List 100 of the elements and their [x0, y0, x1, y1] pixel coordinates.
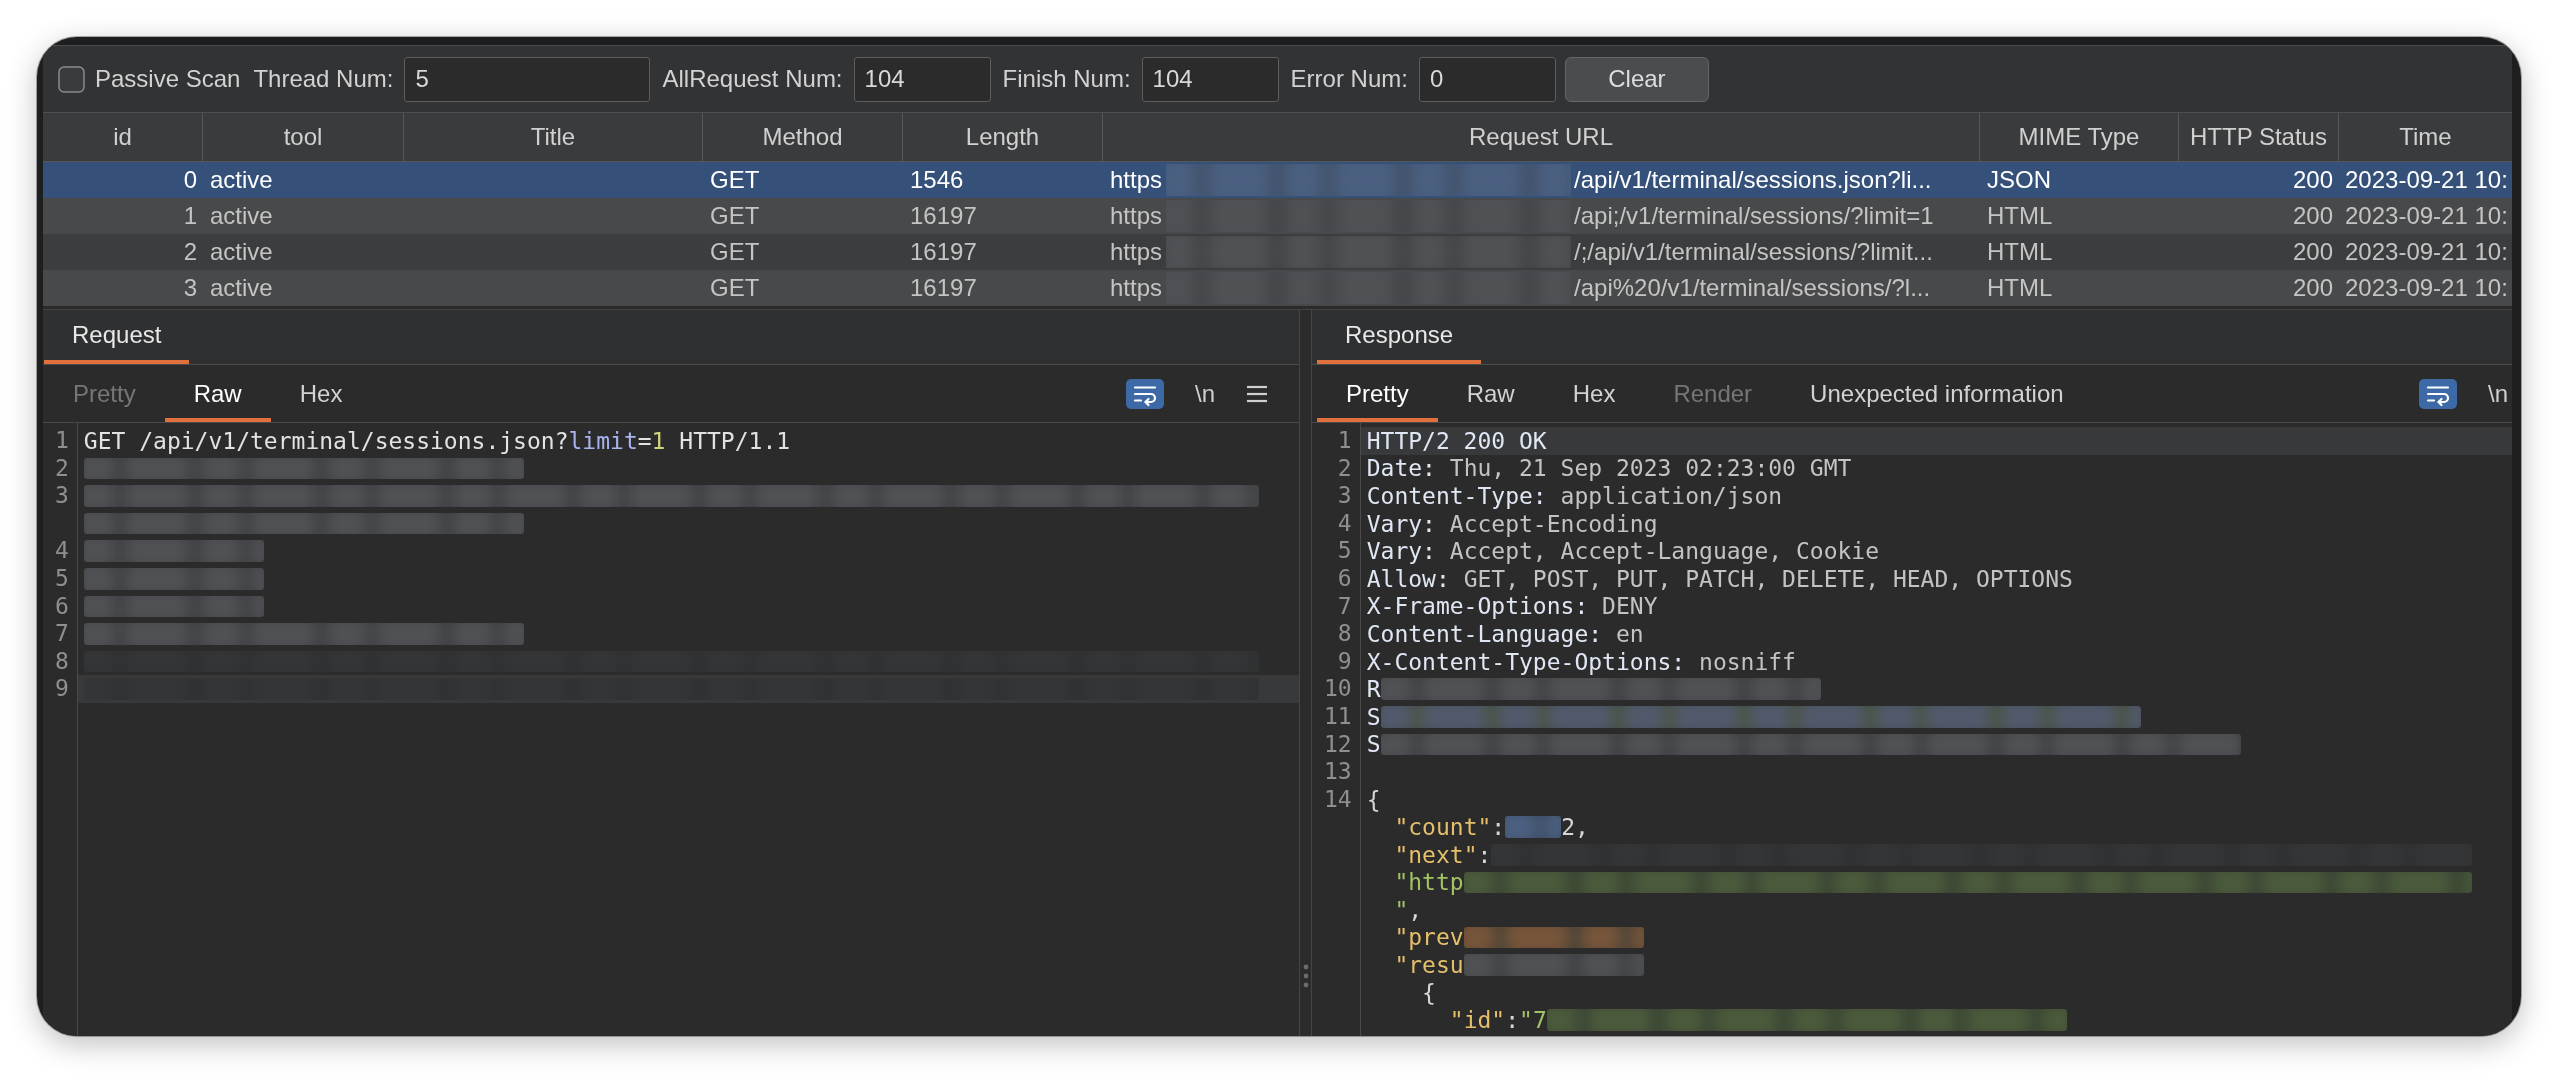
table-cell-text: 200: [2291, 165, 2334, 195]
table-cell-text: 2023-09-21 10:: [2344, 165, 2509, 195]
field-label: Finish Num:: [1002, 65, 1131, 93]
code-text: "next":: [1394, 841, 1492, 868]
table-cell-text: 1: [182, 201, 198, 231]
splitter-handle-icon[interactable]: [1302, 964, 1309, 988]
url-text: /api%20/v1/terminal/sessions/?l...: [1574, 274, 1931, 302]
newline-toggle[interactable]: \n: [2485, 378, 2511, 409]
text-field[interactable]: 0: [1418, 56, 1556, 102]
column-header[interactable]: HTTP Status: [2179, 113, 2339, 161]
table-cell-text: active: [209, 165, 274, 195]
field-label: AllRequest Num:: [662, 65, 843, 93]
clear-button[interactable]: Clear: [1564, 56, 1709, 102]
line-number: 5: [1337, 537, 1352, 564]
view-tab[interactable]: Raw: [1437, 365, 1544, 422]
table-row[interactable]: 0 active GET 1546 https /api/v1/terminal/sessions.json?li... JSON 200 2023-09-21 10:: [43, 162, 2512, 198]
code-text: Date: Thu, 21 Sep 2023 02:23:00 GMT: [1366, 455, 1852, 482]
column-header[interactable]: Request URL: [1103, 113, 1980, 161]
field-label: Error Num:: [1290, 65, 1408, 93]
line-number: 2: [55, 454, 69, 481]
text-field[interactable]: 104: [853, 56, 991, 102]
table-cell-text: 1546: [909, 165, 965, 195]
line-number: 2: [1337, 454, 1352, 481]
code-text: {: [1366, 786, 1381, 813]
table-cell-text: GET: [709, 201, 761, 231]
line-number: 3: [1337, 482, 1352, 509]
line-number: 9: [55, 675, 69, 702]
table-row[interactable]: 3 active GET 16197 https /api%20/v1/terminal/sessions/?l... HTML 200 2023-09-21 10:: [43, 270, 2512, 306]
menu-icon[interactable]: [1246, 383, 1268, 404]
wrap-lines-icon[interactable]: [1126, 378, 1164, 409]
table-cell-text: active: [209, 201, 274, 231]
table-cell-text: 16197: [909, 237, 978, 267]
code-text: S: [1366, 731, 1381, 758]
line-number: 4: [1337, 509, 1352, 536]
column-header[interactable]: Length: [903, 113, 1103, 161]
column-header[interactable]: Title: [404, 113, 703, 161]
table-cell-text: HTML: [1986, 237, 2054, 267]
code-text: HTTP/2 200 OK: [1366, 427, 1547, 454]
table-cell-text: HTML: [1986, 273, 2054, 303]
code-text: X-Frame-Options: DENY: [1366, 593, 1658, 620]
field-label: Thread Num:: [253, 65, 394, 93]
column-header[interactable]: Time: [2339, 113, 2512, 161]
table-cell-text: 200: [2291, 273, 2334, 303]
line-number: 3: [55, 482, 69, 509]
wrap-lines-icon[interactable]: [2419, 378, 2457, 409]
code-text: {: [1422, 979, 1436, 1006]
column-header[interactable]: MIME Type: [1980, 113, 2179, 161]
url-text: https: [1110, 202, 1163, 230]
column-header[interactable]: tool: [203, 113, 404, 161]
line-number: 14: [1324, 785, 1352, 812]
url-text: https: [1110, 238, 1163, 266]
code-text: "http: [1394, 869, 1464, 896]
code-text: Vary: Accept, Accept-Language, Cookie: [1366, 538, 1880, 565]
url-text: /;/api/v1/terminal/sessions/?limit...: [1574, 238, 1933, 266]
line-number: 7: [1337, 592, 1352, 619]
line-number: 13: [1324, 758, 1352, 785]
table-cell-text: GET: [709, 273, 761, 303]
code-text: Content-Language: en: [1366, 620, 1644, 647]
table-cell-text: 200: [2291, 237, 2334, 267]
line-number: 1: [55, 427, 69, 453]
line-number: 10: [1324, 675, 1352, 702]
text-field[interactable]: 104: [1141, 56, 1279, 102]
code-text: "count":: [1394, 814, 1506, 841]
code-text: R: [1366, 676, 1381, 703]
line-number: 6: [1337, 564, 1352, 591]
code-editor[interactable]: [1312, 423, 2512, 1036]
table-cell-text: 16197: [909, 201, 978, 231]
column-header[interactable]: id: [43, 113, 203, 161]
table-cell-text: active: [209, 237, 274, 267]
table-cell-text: 2023-09-21 10:: [2344, 273, 2509, 303]
table-row[interactable]: 2 active GET 16197 https /;/api/v1/terminal/sessions/?limit... HTML 200 2023-09-21 10:: [43, 234, 2512, 270]
url-text: https: [1110, 274, 1163, 302]
line-number: 11: [1324, 702, 1352, 729]
view-tab[interactable]: Hex: [270, 365, 372, 422]
code-editor[interactable]: 1 2 3 4 5 6 7 8 9 GET /api/v1/terminal/sessions.json?limit=1 HTTP/1.1: [43, 423, 1299, 1036]
code-text: "id":"7: [1449, 1007, 1547, 1034]
table-cell-text: 0: [182, 165, 198, 195]
text-field[interactable]: 5: [404, 56, 651, 102]
table-row[interactable]: 1 active GET 16197 https /api;/v1/terminal/sessions/?limit=1 HTML 200 2023-09-21 10:: [43, 198, 2512, 234]
line-number: 8: [55, 647, 69, 674]
line-number: 5: [55, 564, 69, 591]
line-number: 7: [55, 620, 69, 647]
view-tab[interactable]: Unexpected information: [1781, 365, 2093, 422]
line-number: 4: [55, 537, 69, 564]
view-tab[interactable]: Hex: [1543, 365, 1645, 422]
code-text: Vary: Accept-Encoding: [1366, 510, 1658, 537]
table-cell-text: 16197: [909, 273, 978, 303]
column-header[interactable]: Method: [703, 113, 903, 161]
code-text: "prev: [1394, 924, 1464, 951]
code-text: ",: [1394, 896, 1423, 923]
table-cell-text: JSON: [1986, 165, 2052, 195]
code-text: X-Content-Type-Options: nosniff: [1366, 648, 1796, 675]
code-text: 2,: [1561, 814, 1589, 841]
line-number: 6: [55, 592, 69, 619]
line-number: 9: [1337, 647, 1352, 674]
newline-toggle[interactable]: \n: [1192, 378, 1218, 409]
table-cell-text: 2: [182, 237, 198, 267]
checkbox[interactable]: [58, 65, 85, 93]
table-cell-text: active: [209, 273, 274, 303]
table-cell-text: 200: [2291, 201, 2334, 231]
